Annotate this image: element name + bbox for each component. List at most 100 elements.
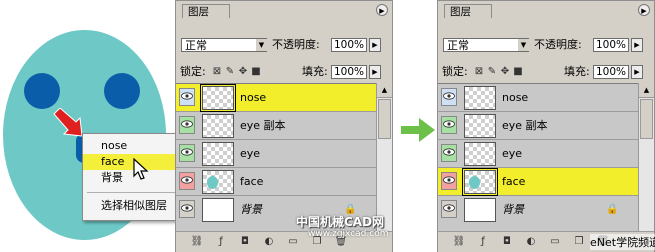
opacity-input[interactable]: 100%: [331, 38, 367, 52]
layers-panel-after: 图层 ▶ 正常 ▼ 不透明度: 100% ▶ 锁定: ⊠ ✎ ✥ ■ 填充: 1…: [437, 0, 655, 252]
layer-name: eye: [240, 147, 261, 160]
layer-row[interactable]: face: [438, 168, 638, 196]
eye-icon: [443, 204, 455, 212]
scroll-thumb[interactable]: [640, 99, 653, 139]
layer-row[interactable]: eye 副本: [438, 112, 638, 140]
eye-icon: [181, 120, 193, 128]
blend-mode-select[interactable]: 正常: [443, 38, 529, 52]
layer-style-icon[interactable]: ƒ: [214, 236, 228, 248]
layer-row[interactable]: 背景 🔒: [438, 196, 638, 224]
lock-all-icon[interactable]: ■: [513, 67, 523, 77]
visibility-toggle[interactable]: [179, 172, 195, 190]
visibility-toggle[interactable]: [441, 88, 457, 106]
opacity-arrow-icon[interactable]: ▶: [631, 38, 643, 52]
layer-thumbnail: [202, 170, 234, 194]
lock-all-icon[interactable]: ■: [251, 67, 261, 77]
new-group-icon[interactable]: ▭: [548, 236, 562, 248]
lock-brush-icon[interactable]: ✎: [225, 67, 235, 77]
scroll-thumb[interactable]: [378, 99, 391, 139]
chevron-down-icon[interactable]: ▼: [518, 39, 529, 51]
layers-scrollbar[interactable]: ▲: [376, 83, 392, 231]
layer-row[interactable]: nose: [438, 84, 638, 112]
link-layers-icon[interactable]: ⛓: [190, 236, 204, 248]
blend-mode-select[interactable]: 正常: [181, 38, 267, 52]
opacity-label: 不透明度:: [272, 38, 320, 51]
layer-thumbnail: [464, 114, 496, 138]
visibility-toggle[interactable]: [441, 200, 457, 218]
fill-input[interactable]: 100%: [331, 65, 367, 79]
lock-brush-icon[interactable]: ✎: [487, 67, 497, 77]
left-eye-shape: [24, 73, 60, 109]
opacity-label: 不透明度:: [534, 38, 582, 51]
lock-label: 锁定:: [442, 65, 468, 78]
adjustment-layer-icon[interactable]: ◐: [524, 236, 538, 248]
lock-icon: 🔒: [606, 204, 619, 215]
visibility-toggle[interactable]: [441, 116, 457, 134]
layers-list: nose eye 副本 eye face 背景 🔒: [438, 83, 638, 232]
scroll-up-icon[interactable]: ▲: [639, 83, 654, 98]
tab-layers[interactable]: 图层: [182, 4, 230, 18]
layer-name: 背景: [502, 203, 524, 216]
layer-row[interactable]: eye: [176, 140, 376, 168]
layer-thumbnail: [462, 168, 498, 196]
eye-icon: [443, 176, 455, 184]
fill-arrow-icon[interactable]: ▶: [369, 65, 381, 79]
scroll-up-icon[interactable]: ▲: [377, 83, 392, 98]
layer-mask-icon[interactable]: ◘: [238, 236, 252, 248]
fill-label: 填充:: [564, 65, 590, 78]
panel-menu-arrow-icon[interactable]: ▶: [376, 4, 388, 16]
watermark-url: www.zgjxcad.com: [308, 229, 389, 239]
layer-row[interactable]: eye 副本: [176, 112, 376, 140]
visibility-toggle[interactable]: [179, 116, 195, 134]
layer-thumbnail: [464, 198, 496, 222]
eye-icon: [181, 176, 193, 184]
layer-style-icon[interactable]: ƒ: [476, 236, 490, 248]
layer-thumbnail: [200, 84, 236, 112]
panel-menu-arrow-icon[interactable]: ▶: [638, 4, 650, 16]
watermark-title: 中国机械CAD网: [296, 215, 385, 229]
layer-name: nose: [502, 91, 529, 104]
layer-mask-icon[interactable]: ◘: [500, 236, 514, 248]
layer-name: eye: [502, 147, 523, 160]
eye-icon: [181, 204, 193, 212]
layer-row[interactable]: face: [176, 168, 376, 196]
fill-input[interactable]: 100%: [593, 65, 629, 79]
visibility-toggle[interactable]: [441, 172, 457, 190]
new-layer-icon[interactable]: ❐: [572, 236, 586, 248]
layer-name: face: [240, 175, 264, 188]
adjustment-layer-icon[interactable]: ◐: [262, 236, 276, 248]
lock-move-icon[interactable]: ✥: [238, 67, 248, 77]
layers-list: nose eye 副本 eye face 背景 🔒: [176, 83, 376, 232]
tab-layers[interactable]: 图层: [444, 4, 492, 18]
pointer-cursor-icon: [133, 158, 149, 180]
right-eye-shape: [104, 73, 140, 109]
new-group-icon[interactable]: ▭: [286, 236, 300, 248]
visibility-toggle[interactable]: [179, 200, 195, 218]
layer-name: nose: [240, 91, 267, 104]
layer-row[interactable]: eye: [438, 140, 638, 168]
layer-thumbnail: [202, 114, 234, 138]
layer-row[interactable]: nose: [176, 84, 376, 112]
layers-scrollbar[interactable]: ▲: [638, 83, 654, 231]
fill-arrow-icon[interactable]: ▶: [631, 65, 643, 79]
lock-transparency-icon[interactable]: ⊠: [212, 67, 222, 77]
layer-thumbnail: [202, 142, 234, 166]
lock-move-icon[interactable]: ✥: [500, 67, 510, 77]
opacity-arrow-icon[interactable]: ▶: [369, 38, 381, 52]
eye-icon: [181, 148, 193, 156]
eye-icon: [181, 92, 193, 100]
lock-label: 锁定:: [180, 65, 206, 78]
layer-name: 背景: [240, 203, 262, 216]
green-arrow-icon: [401, 118, 435, 142]
face-thumbnail-shape: [207, 176, 218, 189]
layer-thumbnail: [464, 142, 496, 166]
link-layers-icon[interactable]: ⛓: [452, 236, 466, 248]
chevron-down-icon[interactable]: ▼: [256, 39, 267, 51]
layer-name: eye 副本: [502, 119, 548, 132]
visibility-toggle[interactable]: [179, 88, 195, 106]
fill-label: 填充:: [302, 65, 328, 78]
lock-transparency-icon[interactable]: ⊠: [474, 67, 484, 77]
visibility-toggle[interactable]: [179, 144, 195, 162]
visibility-toggle[interactable]: [441, 144, 457, 162]
opacity-input[interactable]: 100%: [593, 38, 629, 52]
